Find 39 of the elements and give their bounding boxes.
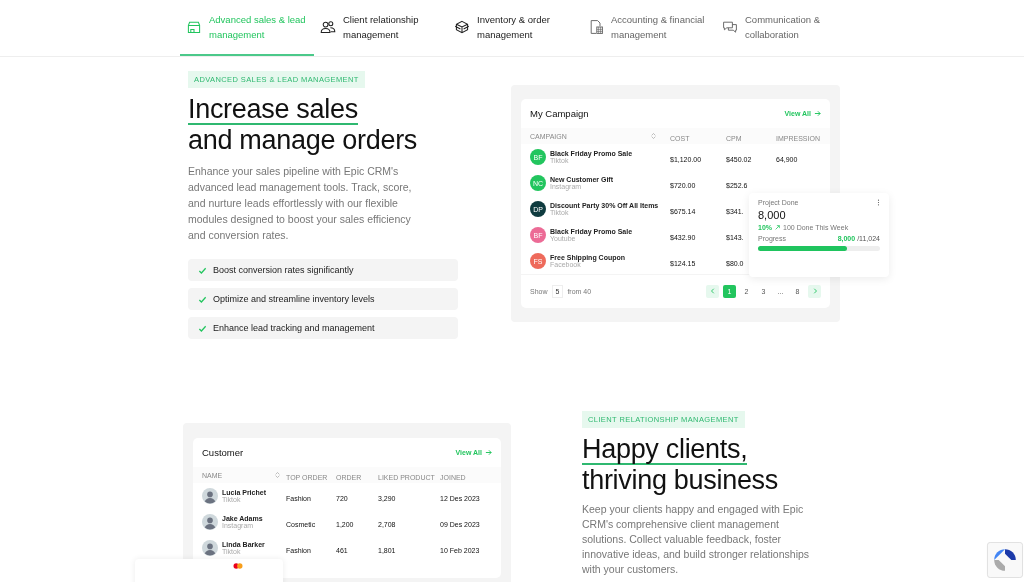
captcha-badge-icon[interactable] <box>986 542 1024 578</box>
avatar-icon <box>202 540 218 556</box>
users-icon <box>320 19 336 35</box>
nav-tab[interactable]: Communication & collaboration <box>716 0 850 56</box>
card-brand-icon <box>233 563 243 569</box>
description: Keep your clients happy and engaged with Epic CRM's comprehensive client management solutions. Collect valuable feedback, foster innovative ideas, and build stronger relationships with your customers. <box>582 502 811 577</box>
next-page-button[interactable] <box>808 284 821 298</box>
heading: thriving business <box>582 465 778 496</box>
document-calculator-icon <box>588 19 604 35</box>
nav-tab[interactable]: Inventory & order management <box>448 0 582 56</box>
chevron-left-icon <box>709 288 716 294</box>
benefit-text: Optimize and streamline inventory levels <box>213 294 375 304</box>
heading: Happy clients, <box>582 436 748 465</box>
heading: and manage orders <box>188 125 418 156</box>
benefit-text: Boost conversion rates significantly <box>213 265 354 275</box>
benefit-text: Enhance lead tracking and management <box>213 323 375 333</box>
avatar-icon <box>202 488 218 504</box>
more-icon[interactable] <box>877 199 880 206</box>
nav-tab[interactable]: Client relationship management <box>314 0 448 56</box>
check-icon <box>198 294 207 304</box>
chat-icon <box>722 19 738 35</box>
nav-tab[interactable]: Accounting & financial management <box>582 0 716 56</box>
trend-up-icon <box>775 225 780 230</box>
check-icon <box>198 323 207 333</box>
avatar-icon <box>202 514 218 530</box>
card-title: My Campaign <box>530 108 590 119</box>
previous-page-button[interactable] <box>706 284 719 298</box>
sort-icon[interactable] <box>275 471 280 479</box>
description: Enhance your sales pipeline with Epic CRM's advanced lead management tools. Track, score, and nurture leads effortlessly with our flexible modules designed to boost your sales efficiency and conversion rates. <box>188 164 413 243</box>
box-icon <box>454 19 470 35</box>
chevron-right-icon <box>811 288 818 294</box>
check-icon <box>198 265 207 275</box>
project-count: 8,000 <box>758 209 787 221</box>
heading: Increase sales <box>188 96 358 125</box>
arrow-right-icon <box>814 110 821 117</box>
store-icon <box>186 19 202 35</box>
card-title: Customer <box>202 447 245 458</box>
sort-icon[interactable] <box>651 132 656 140</box>
arrow-right-icon <box>485 449 492 456</box>
